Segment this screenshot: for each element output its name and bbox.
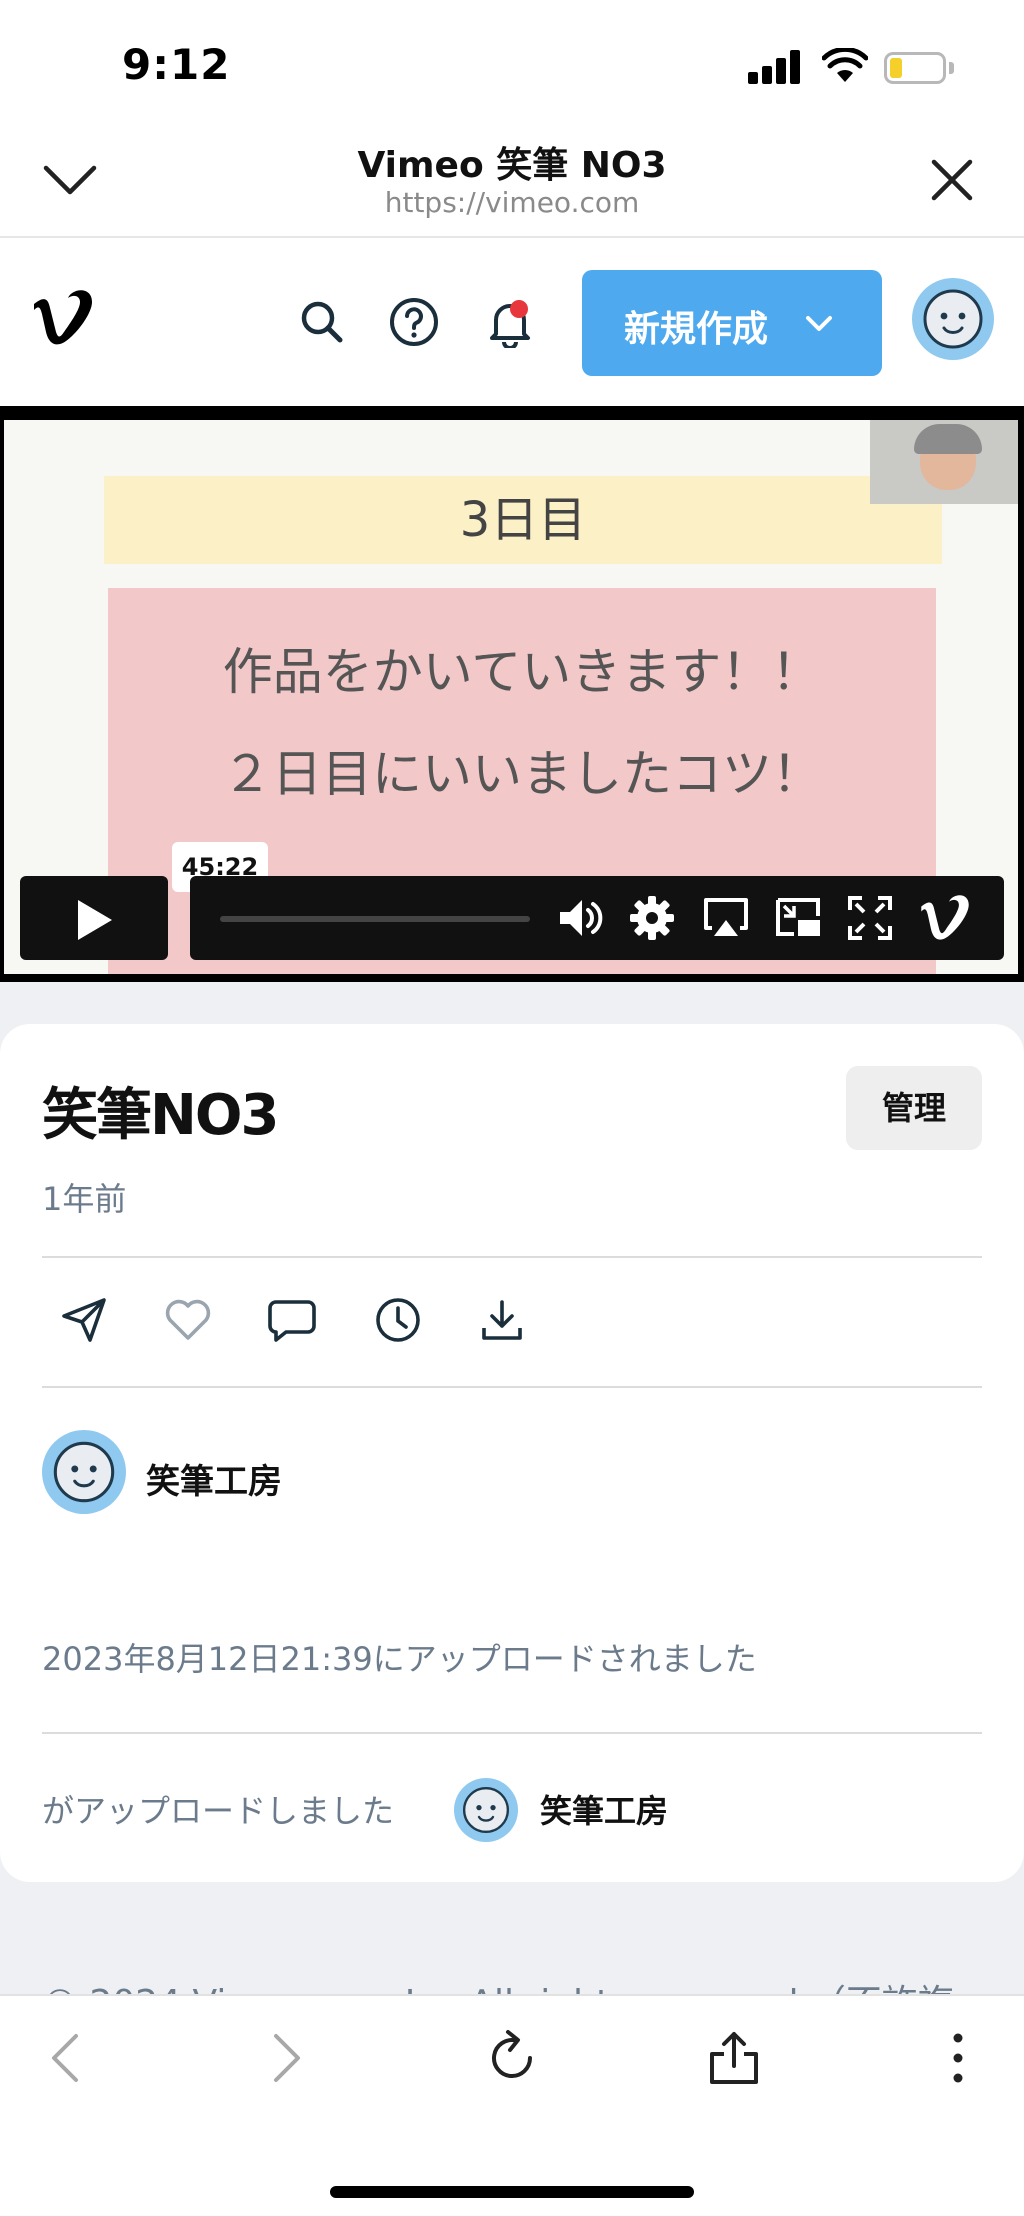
slide-day: 3日目 [104, 476, 942, 564]
channel-name[interactable]: 笑筆工房 [146, 1454, 282, 1503]
chevron-down-icon [806, 316, 832, 331]
uploader-name[interactable]: 笑筆工房 [540, 1786, 668, 1832]
channel-avatar[interactable] [42, 1430, 126, 1514]
play-icon [78, 900, 112, 940]
play-button[interactable] [20, 876, 168, 960]
battery-icon [884, 52, 946, 84]
airplay-icon[interactable] [702, 894, 750, 942]
vimeo-nav: 新規作成 [0, 238, 1024, 406]
slide-line: 作品をかいていきます！！ [222, 643, 822, 701]
status-bar: 9:12 [0, 0, 1024, 120]
uploaded-by-text: がアップロードしました [42, 1792, 395, 1830]
browser-toolbar [0, 1994, 1024, 2216]
heart-icon[interactable] [162, 1294, 214, 1346]
notification-dot [510, 300, 528, 318]
clock-icon[interactable] [372, 1294, 424, 1346]
new-create-label: 新規作成 [624, 309, 769, 350]
reload-icon[interactable] [482, 2028, 542, 2088]
more-icon[interactable] [928, 2028, 988, 2088]
download-icon[interactable] [476, 1294, 528, 1346]
vimeo-logo-icon[interactable] [30, 288, 96, 348]
help-icon[interactable] [388, 296, 440, 348]
page-title: Vimeo 笑筆 NO3 [357, 145, 667, 186]
video-info-card: 笑筆NO3 管理 1年前 笑筆工房 2023年8月12日21:39にアップロード… [0, 1024, 1024, 1882]
presenter-camera [870, 420, 1018, 504]
control-bar [190, 876, 1004, 960]
share-icon[interactable] [58, 1294, 110, 1346]
page-url: https://vimeo.com [384, 186, 640, 219]
footer: © 2024 Vimeo.com Inc All rights reserved… [0, 1924, 1024, 1996]
share-out-icon[interactable] [704, 2028, 764, 2088]
vimeo-logo-icon[interactable] [918, 892, 972, 944]
slide-line: ２日目にいいましたコツ！ [222, 745, 822, 803]
signal-icon [748, 50, 802, 84]
upload-age: 1年前 [42, 1180, 127, 1218]
uploader-avatar[interactable] [454, 1778, 518, 1842]
divider [42, 1386, 982, 1388]
divider [42, 1256, 982, 1258]
forward-icon[interactable] [256, 2028, 316, 2088]
new-create-button[interactable]: 新規作成 [582, 270, 882, 376]
divider [42, 1732, 982, 1734]
progress-bar[interactable] [220, 916, 530, 922]
video-player[interactable]: 3日目 作品をかいていきます！！ ２日目にいいましたコツ！ 45:22 [0, 406, 1024, 982]
close-icon[interactable] [926, 154, 978, 206]
battery-cap [949, 62, 954, 74]
upload-date: 2023年8月12日21:39にアップロードされました [42, 1640, 757, 1678]
avatar[interactable] [912, 278, 994, 360]
search-icon[interactable] [296, 296, 348, 348]
comment-icon[interactable] [266, 1294, 318, 1346]
volume-icon[interactable] [556, 894, 604, 942]
fullscreen-icon[interactable] [846, 894, 894, 942]
back-icon[interactable] [36, 2028, 96, 2088]
pip-icon[interactable] [774, 894, 822, 942]
browser-header: Vimeo 笑筆 NO3 https://vimeo.com [0, 120, 1024, 238]
manage-button[interactable]: 管理 [846, 1066, 982, 1150]
video-title: 笑筆NO3 [42, 1083, 279, 1148]
copyright-text: © 2024 Vimeo.com Inc All rights reserved… [42, 1974, 954, 1996]
bell-icon[interactable] [484, 296, 536, 348]
status-time: 9:12 [122, 40, 231, 89]
home-indicator [330, 2186, 694, 2198]
wifi-icon [822, 48, 868, 82]
settings-icon[interactable] [628, 894, 676, 942]
